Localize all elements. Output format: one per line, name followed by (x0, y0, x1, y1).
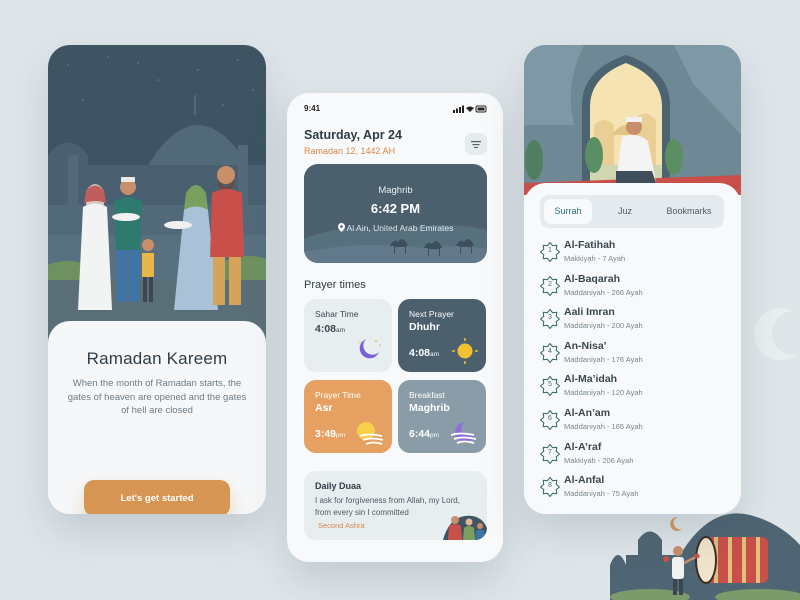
surah-list-item[interactable]: 5 Al-Ma’idah Maddaniyah - 120 Ayah (539, 371, 724, 404)
surah-number: 6 (548, 415, 552, 422)
next-prayer-tile[interactable]: Next Prayer Dhuhr 4:08am (398, 299, 486, 372)
surah-meta: Maddaniyah - 75 Ayah (564, 489, 639, 499)
duaa-source: Second Ashra (318, 521, 365, 530)
hijri-date: Ramadan 12, 1442 AH (304, 146, 396, 156)
tile-prayer-name: Asr (315, 402, 333, 414)
filter-menu-button[interactable] (465, 133, 487, 155)
sahar-time-tile[interactable]: Sahar Time 4:08am (304, 299, 392, 372)
duaa-title: Daily Duaa (315, 481, 362, 491)
surah-meta: Maddaniyah - 165 Ayah (564, 422, 643, 431)
family-illustration (48, 45, 266, 345)
current-prayer-name: Maghrib (378, 185, 413, 196)
tab-juz[interactable]: Juz (592, 199, 658, 224)
tile-prayer-name: Maghrib (409, 402, 450, 414)
status-bar-icons (453, 105, 487, 113)
man-praying-illustration (524, 45, 741, 195)
tile-label: Prayer Time (315, 390, 361, 400)
location: Al Ain, United Arab Emirates (304, 223, 487, 233)
surah-number-badge-icon: 7 (539, 443, 561, 464)
tab-surrah[interactable]: Surrah (544, 199, 592, 224)
surah-name: Al-Fatihah (564, 239, 616, 251)
status-bar-time: 9:41 (304, 104, 321, 113)
surah-list-item[interactable]: 2 Al-Baqarah Maddaniyah - 266 Ayah (539, 271, 724, 304)
tile-time: 4:08am (315, 323, 346, 335)
location-pin-icon (337, 223, 345, 232)
surah-number-badge-icon: 1 (539, 241, 561, 263)
tile-label: Next Prayer (409, 309, 454, 319)
surah-meta: Maddaniyah - 200 Ayah (564, 321, 643, 331)
surah-meta: Maddaniyah - 176 Ayah (564, 354, 643, 364)
praying-family-illustration (443, 515, 487, 540)
welcome-panel: Ramadan Kareem When the month of Ramadan… (48, 321, 266, 514)
surah-list-panel: Surrah Juz Bookmarks 1 Al-Fatihah Makkiyah… (524, 183, 741, 514)
surah-number: 7 (548, 448, 552, 456)
tile-time: 4:08am (409, 347, 440, 359)
welcome-description: When the month of Ramadan starts, the ga… (67, 378, 247, 416)
current-date: Saturday, Apr 24 (304, 128, 402, 142)
daily-duaa-card[interactable]: Daily Duaa I ask for forgiveness from Al… (304, 471, 487, 540)
surah-number-badge-icon: 4 (539, 342, 561, 364)
surah-name: An-Nisa’ (564, 339, 607, 352)
surah-number-badge-icon: 6 (539, 409, 561, 431)
surah-name: Al-Baqarah (564, 272, 621, 285)
get-started-button[interactable]: Let's get started (84, 480, 230, 514)
background-crescent-icon (754, 308, 796, 361)
quran-screen: Surrah Juz Bookmarks 1 Al-Fatihah Makkiyah… (524, 45, 741, 514)
tile-label: Breakfast (409, 390, 445, 400)
current-prayer-card[interactable]: Maghrib 6:42 PM Al Ain, United Arab Emir… (304, 164, 487, 263)
welcome-title: Ramadan Kareem (86, 349, 228, 368)
surah-meta: Makkiyah - 7 Ayah (564, 254, 626, 263)
tile-time: 3:49pm (315, 428, 346, 440)
surah-list-item[interactable]: 8 Al-Anfal Maddaniyah - 75 Ayah (539, 472, 724, 505)
current-prayer-time: 6:42 PM (370, 201, 421, 216)
duaa-text: I ask for forgiveness from Allah, my Lor… (315, 496, 460, 517)
surah-name: Al-An’am (564, 407, 611, 419)
drummer-illustration (610, 513, 800, 600)
surah-number: 1 (548, 247, 552, 254)
home-screen: 9:41 Saturday, Apr 24 Ramadan 12, 1442 A… (287, 93, 503, 562)
surah-list-item[interactable]: 1 Al-Fatihah Makkiyah - 7 Ayah (539, 237, 724, 270)
surah-number: 5 (548, 381, 552, 389)
moon-icon (359, 339, 381, 359)
surah-number-badge-icon: 5 (539, 376, 561, 397)
breakfast-tile[interactable]: Breakfast Maghrib 6:44pm (398, 380, 486, 453)
prayer-times-heading: Prayer times (304, 279, 366, 291)
surah-list-item[interactable]: 4 An-Nisa’ Maddaniyah - 176 Ayah (539, 338, 724, 371)
surah-name: Al-Anfal (564, 474, 605, 487)
tab-bookmarks[interactable]: Bookmarks (658, 199, 720, 224)
surah-list-item[interactable]: 7 Al-A’raf Makkiyah - 206 Ayah (539, 439, 724, 472)
surah-list-item[interactable]: 3 Aali Imran Maddaniyah - 200 Ayah (539, 304, 724, 337)
surah-number: 8 (548, 482, 552, 490)
sun-icon (452, 338, 478, 364)
tile-prayer-name: Dhuhr (409, 321, 440, 333)
surah-number: 2 (548, 280, 552, 288)
sun-cloud-icon (357, 422, 384, 445)
surah-meta: Maddaniyah - 266 Ayah (564, 287, 643, 297)
quran-tabs: Surrah Juz Bookmarks (540, 195, 724, 228)
surah-number: 3 (548, 314, 552, 322)
location-text: Al Ain, United Arab Emirates (346, 223, 454, 233)
surah-number-badge-icon: 2 (539, 275, 561, 296)
surah-number-badge-icon: 3 (539, 308, 561, 330)
surah-name: Al-Ma’idah (564, 373, 618, 386)
prayer-time-tile[interactable]: Prayer Time Asr 3:49pm (304, 380, 392, 453)
surah-number-badge-icon: 8 (539, 476, 561, 498)
surah-number: 4 (548, 347, 552, 355)
surah-meta: Maddaniyah - 120 Ayah (564, 388, 643, 398)
menu-lines-icon (471, 140, 481, 148)
surah-meta: Makkiyah - 206 Ayah (564, 455, 634, 465)
surah-name: Aali Imran (564, 306, 615, 319)
tile-time: 6:44pm (409, 428, 440, 440)
welcome-screen: Ramadan Kareem When the month of Ramadan… (48, 45, 266, 514)
surah-list-item[interactable]: 6 Al-An’am Maddaniyah - 165 Ayah (539, 405, 724, 438)
surah-name: Al-A’raf (564, 440, 602, 453)
moon-cloud-icon (450, 422, 477, 444)
tile-label: Sahar Time (315, 309, 359, 319)
